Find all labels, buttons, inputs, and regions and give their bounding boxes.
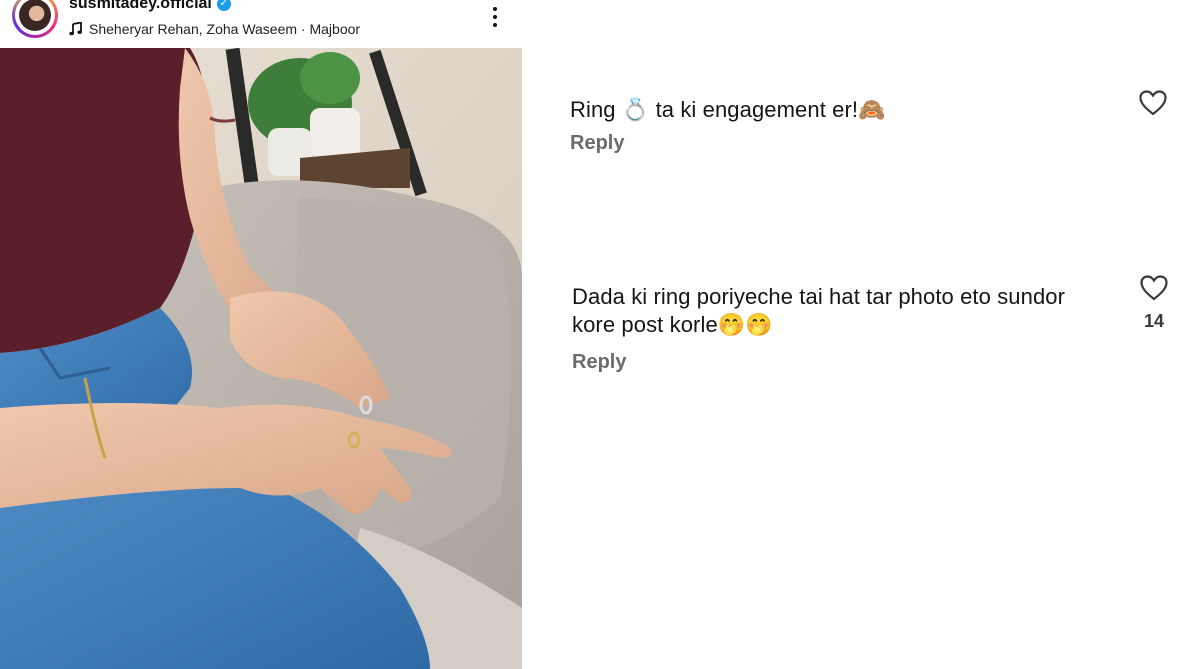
music-label: Sheheryar Rehan, Zoha Waseem · Majboor [89, 21, 361, 37]
profile-avatar[interactable] [12, 0, 58, 38]
like-count: 14 [1143, 311, 1165, 331]
comment: Dada ki ring poriyeche tai hat tar photo… [572, 283, 1132, 374]
music-attribution[interactable]: Sheheryar Rehan, Zoha Waseem · Majboor [69, 21, 360, 37]
verified-badge-icon: ✓ [216, 0, 231, 11]
post-image [0, 48, 522, 669]
more-vertical-icon[interactable] [488, 6, 502, 28]
username-row[interactable]: susmitadey.official ✓ [69, 0, 231, 13]
comment-text: Dada ki ring poriyeche tai hat tar photo… [572, 284, 1066, 337]
reply-button[interactable]: Reply [572, 351, 626, 374]
username[interactable]: susmitadey.official [69, 0, 212, 13]
post-photo[interactable] [0, 48, 522, 669]
post-header: susmitadey.official ✓ Sheheryar Rehan, Z… [0, 0, 522, 48]
comment-text: Ring 💍 ta ki engagement er!🙈 [570, 97, 886, 122]
comment: Ring 💍 ta ki engagement er!🙈 Reply [570, 96, 1130, 155]
heart-icon[interactable] [1140, 275, 1168, 301]
heart-icon[interactable] [1139, 90, 1167, 116]
music-note-icon [69, 22, 82, 36]
reply-button[interactable]: Reply [570, 132, 624, 155]
avatar-image [15, 0, 55, 35]
